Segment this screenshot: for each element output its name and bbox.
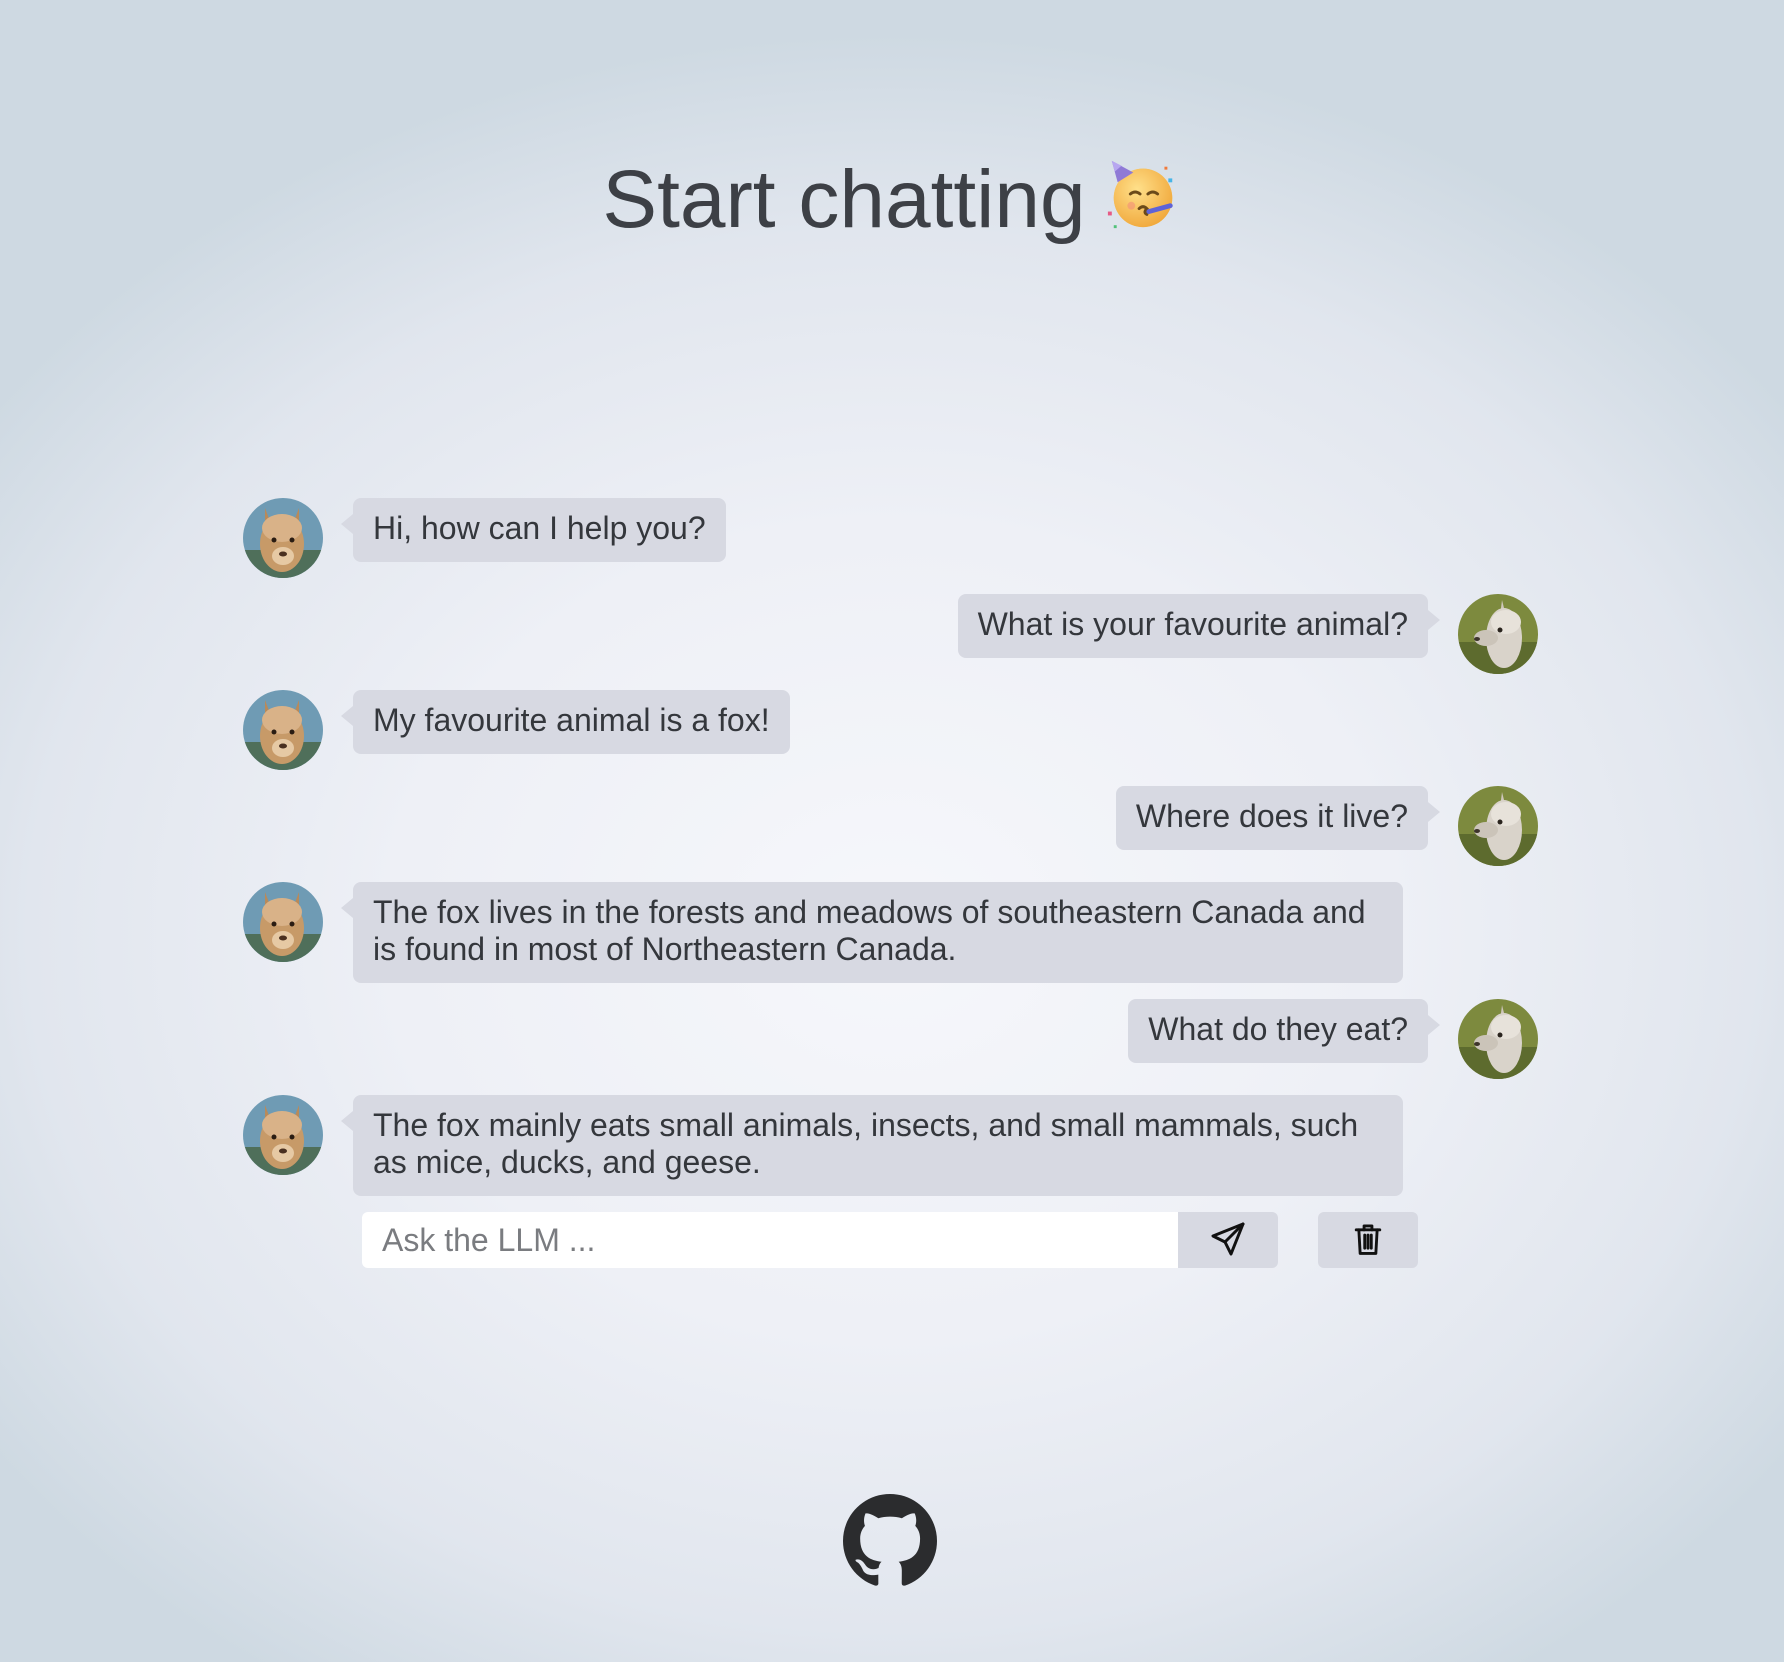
clear-chat-button[interactable] [1318, 1212, 1418, 1268]
assistant-message: The fox lives in the forests and meadows… [243, 882, 1538, 983]
github-icon [843, 1494, 937, 1592]
github-link[interactable] [843, 1494, 937, 1588]
assistant-message: My favourite animal is a fox! [243, 690, 1538, 770]
page-title: Start chatting [0, 152, 1784, 248]
partying-face-icon [1104, 155, 1182, 233]
message-bubble: What is your favourite animal? [957, 594, 1441, 658]
assistant-avatar [243, 498, 323, 578]
message-bubble: Hi, how can I help you? [341, 498, 726, 562]
chat-input[interactable] [362, 1212, 1178, 1268]
send-button[interactable] [1178, 1212, 1278, 1268]
user-message: What is your favourite animal? [243, 594, 1538, 674]
user-avatar [1458, 786, 1538, 866]
trash-icon [1353, 1222, 1383, 1259]
message-bubble: What do they eat? [1128, 999, 1440, 1063]
assistant-avatar [243, 1095, 323, 1175]
chat-log: Hi, how can I help you? What is your favo… [243, 498, 1538, 1212]
chat-input-bar [362, 1212, 1418, 1268]
assistant-message: The fox mainly eats small animals, insec… [243, 1095, 1538, 1196]
user-avatar [1458, 594, 1538, 674]
user-message: Where does it live? [243, 786, 1538, 866]
paper-plane-icon [1210, 1221, 1246, 1260]
user-avatar [1458, 999, 1538, 1079]
message-bubble: Where does it live? [1115, 786, 1441, 850]
page-title-text: Start chatting [602, 154, 1086, 245]
message-bubble: The fox mainly eats small animals, insec… [341, 1095, 1403, 1196]
user-message: What do they eat? [243, 999, 1538, 1079]
assistant-message: Hi, how can I help you? [243, 498, 1538, 578]
message-bubble: The fox lives in the forests and meadows… [341, 882, 1403, 983]
message-bubble: My favourite animal is a fox! [341, 690, 790, 754]
assistant-avatar [243, 882, 323, 962]
assistant-avatar [243, 690, 323, 770]
